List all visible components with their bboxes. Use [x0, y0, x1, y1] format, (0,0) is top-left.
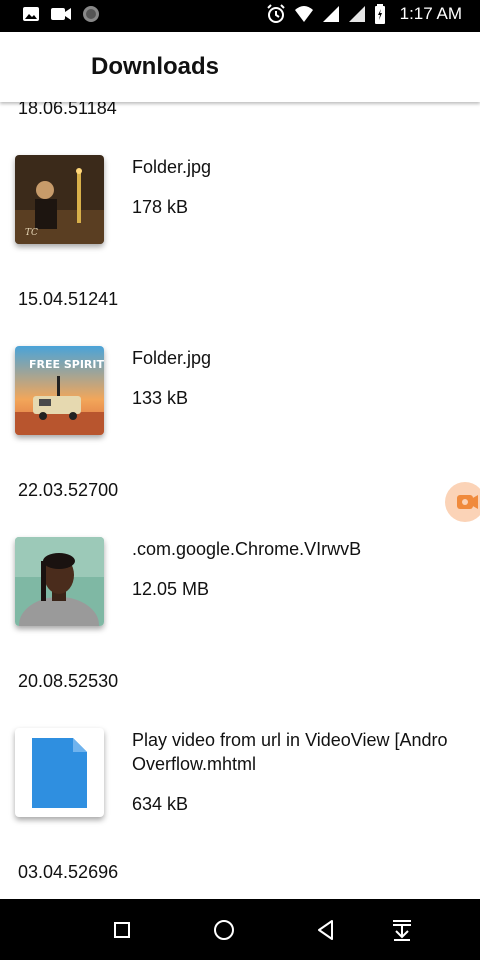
download-item[interactable]: .com.google.Chrome.VIrwvB 12.05 MB — [0, 537, 480, 647]
screen-recorder-button[interactable] — [445, 482, 480, 522]
recent-apps-icon[interactable] — [109, 917, 135, 943]
file-name: Folder.jpg — [132, 348, 212, 368]
back-icon[interactable] — [313, 917, 339, 943]
app-bar: Downloads — [0, 32, 480, 102]
file-name: .com.google.Chrome.VIrwvB — [132, 539, 362, 559]
date-header: 18.06.51184 — [18, 102, 117, 118]
battery-icon — [374, 4, 385, 24]
file-thumbnail: FREE SPIRIT — [15, 346, 104, 435]
file-thumbnail: TC — [15, 155, 104, 244]
circle-icon — [83, 6, 99, 22]
svg-text:TC: TC — [25, 228, 38, 238]
date-header: 22.03.52700 — [18, 480, 119, 500]
downloads-list[interactable]: 18.06.51184 TC Folder.jpg 178 kB 15.04.5… — [0, 102, 480, 899]
navigation-bar — [0, 899, 480, 960]
file-size: 634 kB — [132, 794, 189, 814]
document-file-icon — [15, 728, 104, 817]
download-status-icon[interactable] — [389, 917, 415, 943]
home-icon[interactable] — [211, 917, 237, 943]
file-size: 178 kB — [132, 197, 189, 217]
wifi-icon — [294, 6, 313, 22]
download-item[interactable]: TC Folder.jpg 178 kB — [0, 155, 480, 265]
page-title: Downloads — [91, 53, 220, 80]
file-size: 12.05 MB — [132, 579, 210, 599]
date-header: 20.08.52530 — [18, 671, 119, 691]
download-item[interactable]: Play video from url in VideoView [Andro … — [0, 728, 480, 838]
video-camera-icon — [51, 8, 71, 20]
video-camera-icon — [457, 495, 478, 509]
date-header: 03.04.52696 — [18, 862, 119, 882]
image-icon — [23, 7, 39, 21]
status-bar: 1:17 AM — [0, 0, 480, 32]
status-time: 1:17 AM — [399, 4, 462, 23]
date-header: 15.04.51241 — [18, 289, 119, 309]
download-item[interactable]: FREE SPIRIT Folder.jpg 133 kB — [0, 346, 480, 456]
signal-icon — [348, 6, 365, 22]
file-name: Folder.jpg — [132, 157, 212, 177]
file-size: 133 kB — [132, 388, 189, 408]
svg-text:FREE SPIRIT: FREE SPIRIT — [29, 358, 104, 371]
file-name: Play video from url in VideoView [Andro … — [132, 730, 448, 774]
file-thumbnail — [15, 537, 104, 626]
signal-icon — [322, 6, 339, 22]
alarm-icon — [266, 4, 285, 23]
